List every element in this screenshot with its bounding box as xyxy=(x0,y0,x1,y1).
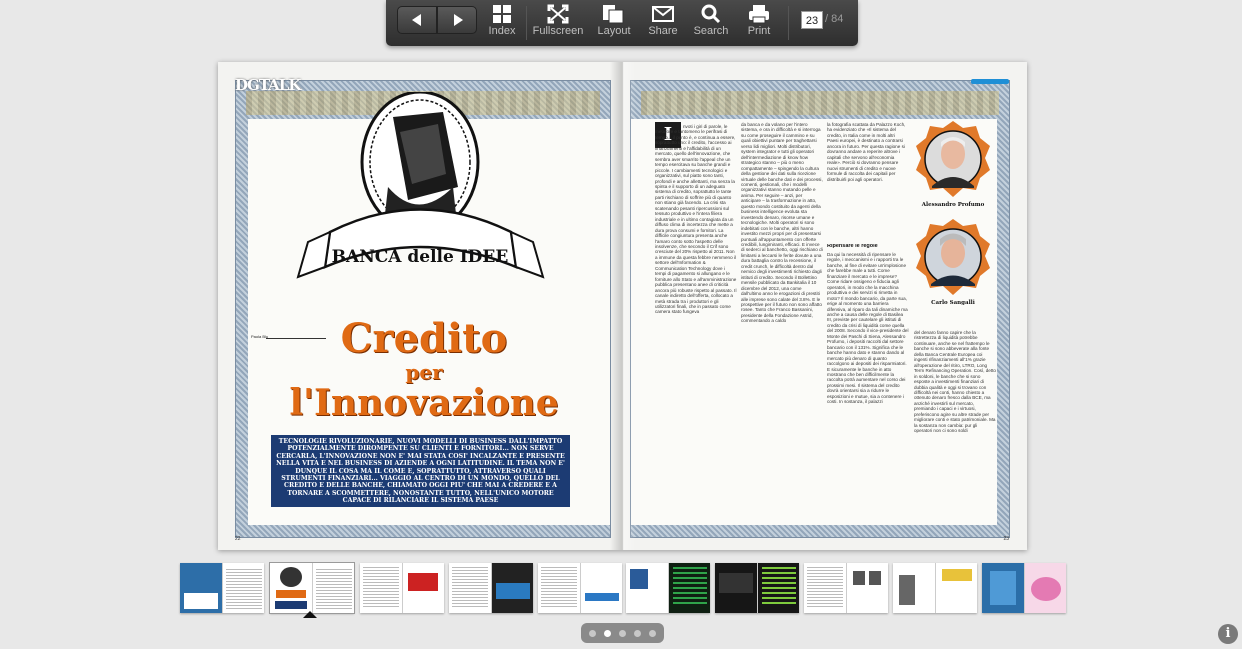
thumb-page xyxy=(360,563,402,613)
arrow-right-icon xyxy=(454,14,463,26)
article-column-3: la fotografia scattata da Palazzo Koch, … xyxy=(827,122,906,182)
layout-pages-icon xyxy=(603,5,624,24)
fullscreen-label: Fullscreen xyxy=(532,25,584,37)
current-thumbnail-indicator xyxy=(303,611,317,618)
thumbnail[interactable] xyxy=(715,563,799,613)
share-button[interactable]: Share xyxy=(643,3,683,43)
spread-gutter xyxy=(610,62,636,550)
thumbnail[interactable] xyxy=(360,563,444,613)
headline-line-3: l'Innovazione xyxy=(289,382,559,424)
printer-icon xyxy=(749,5,769,24)
thumbnail[interactable] xyxy=(180,563,264,613)
toolbar-divider xyxy=(526,6,527,40)
print-button[interactable]: Print xyxy=(739,3,779,43)
thumb-page xyxy=(180,563,222,613)
right-page[interactable]: I nvoti i giri di parole, le metafore e … xyxy=(622,62,1027,550)
article-column-4: del denaro fanno capire che la ristrette… xyxy=(914,330,996,434)
index-button[interactable]: Index xyxy=(486,3,518,43)
portrait-sangalli: Carlo Sangalli xyxy=(914,218,992,306)
portrait-photo xyxy=(916,219,990,295)
thumb-page xyxy=(491,563,533,613)
toolbar: Index Fullscreen Layout Share Search Pri… xyxy=(386,0,858,46)
bank-of-ideas-illustration: BANCA delle IDEE xyxy=(296,92,545,279)
next-page-button[interactable] xyxy=(437,6,477,34)
current-page-input[interactable]: 23 xyxy=(801,11,823,29)
thumbnail-pager xyxy=(581,623,664,643)
thumbnail-strip xyxy=(180,562,1066,615)
thumbnail[interactable] xyxy=(982,563,1066,613)
fullscreen-button[interactable]: Fullscreen xyxy=(531,3,585,43)
envelope-icon xyxy=(652,6,674,22)
thumb-page xyxy=(580,563,622,613)
ornament-band xyxy=(641,91,999,115)
thumb-page xyxy=(846,563,888,613)
pager-dot[interactable] xyxy=(649,630,656,637)
thumb-page xyxy=(935,563,977,613)
pager-dot-active[interactable] xyxy=(604,630,611,637)
thumb-page xyxy=(538,563,580,613)
magazine-spread[interactable]: DGTALK BANCA delle IDEE Paola Blu Credit… xyxy=(218,62,1027,550)
right-page-number: 23 xyxy=(1003,536,1009,542)
article-column-2: da banca e da volano per l'intero sistem… xyxy=(741,122,823,324)
layout-label: Layout xyxy=(597,25,631,37)
thumb-page xyxy=(804,563,846,613)
thumb-page xyxy=(402,563,444,613)
total-pages: / 84 xyxy=(825,13,844,25)
headline-line-2: per xyxy=(405,360,443,384)
left-page-number: 22 xyxy=(235,536,241,542)
headline-line-1: Credito xyxy=(340,315,508,362)
thumbnail[interactable] xyxy=(449,563,533,613)
thumb-page xyxy=(893,563,935,613)
banner-text: BANCA delle IDEE xyxy=(332,247,509,267)
thumb-page xyxy=(757,563,799,613)
thumb-page xyxy=(1024,563,1066,613)
article-column-1: nvoti i giri di parole, le metafore e ta… xyxy=(655,124,737,315)
pager-dot[interactable] xyxy=(589,630,596,637)
thumbnail[interactable] xyxy=(626,563,710,613)
article-column-3b: Da qui la necessità di ripensare le rego… xyxy=(827,252,909,405)
portrait-caption: Alessandro Profumo xyxy=(921,202,985,208)
thumbnail[interactable] xyxy=(893,563,977,613)
index-label: Index xyxy=(488,25,516,37)
thumb-page xyxy=(222,563,264,613)
portrait-caption: Carlo Sangalli xyxy=(931,300,975,306)
thumbnail[interactable] xyxy=(804,563,888,613)
thumb-page xyxy=(626,563,668,613)
thumb-page xyxy=(270,563,312,613)
column-subheading: Ripensare le regole xyxy=(827,244,878,249)
toolbar-divider xyxy=(788,6,789,40)
previous-page-button[interactable] xyxy=(397,6,437,34)
layout-button[interactable]: Layout xyxy=(594,3,634,43)
portrait-photo xyxy=(916,121,990,197)
article-headline: Credito per l'Innovazione xyxy=(248,315,600,424)
expand-icon xyxy=(547,4,569,24)
thumbnail[interactable] xyxy=(538,563,622,613)
thumbnail-current[interactable] xyxy=(269,562,355,614)
pager-dot[interactable] xyxy=(619,630,626,637)
search-icon xyxy=(701,4,721,24)
pager-dot[interactable] xyxy=(634,630,641,637)
thumb-page xyxy=(312,563,354,613)
left-page[interactable]: DGTALK BANCA delle IDEE Paola Blu Credit… xyxy=(218,62,622,550)
thumb-page xyxy=(449,563,491,613)
search-button[interactable]: Search xyxy=(691,3,731,43)
portrait-profumo: Alessandro Profumo xyxy=(914,120,992,208)
print-label: Print xyxy=(747,25,771,37)
share-label: Share xyxy=(648,25,678,37)
article-subhead: TECNOLOGIE RIVOLUZIONARIE, NUOVI MODELLI… xyxy=(271,435,570,507)
arrow-left-icon xyxy=(412,14,421,26)
thumb-page xyxy=(715,563,757,613)
thumb-page xyxy=(668,563,710,613)
section-tab xyxy=(971,79,1009,84)
search-label: Search xyxy=(693,25,729,37)
info-button[interactable]: i xyxy=(1218,624,1238,644)
thumb-page xyxy=(982,563,1024,613)
grid-icon xyxy=(493,5,511,23)
